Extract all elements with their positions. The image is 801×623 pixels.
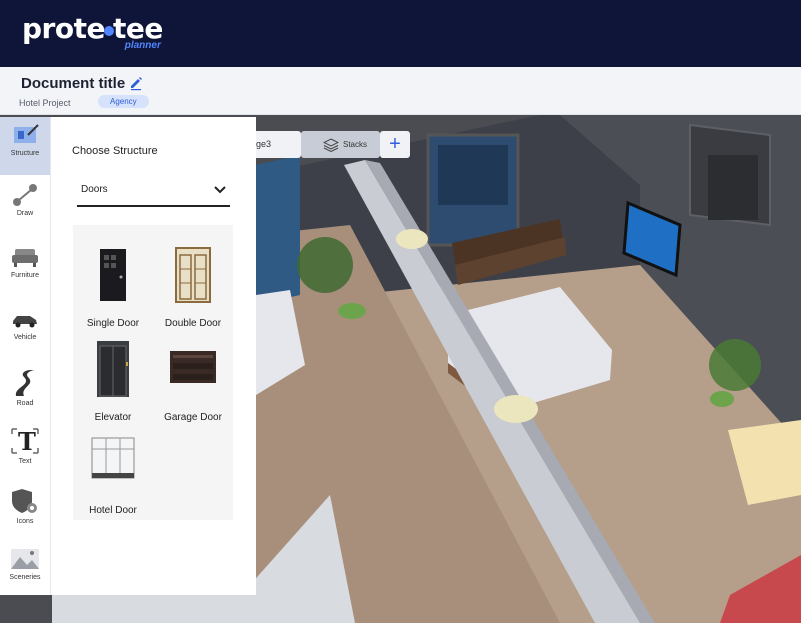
structure-grid: Single Door Double Door Elevator Garage …	[73, 225, 233, 520]
road-icon	[15, 370, 34, 396]
panel-title: Choose Structure	[72, 145, 158, 157]
add-tab-button[interactable]: +	[380, 131, 410, 158]
structure-panel: Choose Structure Doors Single Door Doubl…	[51, 117, 256, 595]
car-icon	[13, 316, 37, 328]
elevator-item[interactable]: Elevator	[73, 330, 153, 425]
top-header: prote tee planner	[0, 0, 801, 67]
double-door-icon	[175, 247, 211, 303]
logo: prote tee planner	[22, 12, 163, 52]
tool-furniture[interactable]: Furniture	[0, 239, 50, 297]
project-name: Hotel Project	[19, 98, 71, 108]
garage-door-item[interactable]: Garage Door	[153, 330, 233, 425]
chevron-down-icon	[214, 186, 226, 194]
agency-badge: Agency	[98, 95, 149, 108]
single-door-item[interactable]: Single Door	[73, 225, 153, 330]
tool-sceneries[interactable]: Sceneries	[0, 537, 50, 595]
tool-icons[interactable]: Icons	[0, 481, 50, 539]
pencil-edit-icon[interactable]	[128, 75, 144, 91]
document-bar: Document title Hotel Project Agency	[0, 67, 801, 115]
svg-text:T: T	[18, 427, 36, 455]
tool-structure[interactable]: Structure	[0, 117, 50, 175]
hotel-door-icon	[91, 437, 135, 479]
double-door-item[interactable]: Double Door	[153, 225, 233, 330]
tab-page3[interactable]: ge3	[256, 131, 301, 158]
tool-road[interactable]: Road	[0, 363, 50, 421]
structure-icon	[14, 124, 39, 143]
elevator-icon	[97, 341, 129, 397]
text-icon: T	[11, 427, 39, 455]
layers-icon	[323, 138, 339, 152]
scenery-icon	[11, 549, 39, 569]
draw-icon	[13, 184, 37, 206]
structure-type-dropdown[interactable]: Doors	[77, 177, 230, 207]
shield-gear-icon	[12, 489, 37, 513]
tab-stacks[interactable]: Stacks	[301, 131, 380, 158]
tool-sidebar: Structure Draw Furniture Vehicle Road T …	[0, 117, 51, 595]
sofa-icon	[12, 249, 38, 267]
hotel-door-item[interactable]: Hotel Door	[73, 425, 153, 520]
document-title[interactable]: Document title	[21, 75, 125, 92]
tool-draw[interactable]: Draw	[0, 177, 50, 235]
single-door-icon	[100, 249, 126, 301]
garage-door-icon	[170, 351, 216, 383]
tool-text[interactable]: T Text	[0, 421, 50, 479]
tool-vehicle[interactable]: Vehicle	[0, 301, 50, 359]
